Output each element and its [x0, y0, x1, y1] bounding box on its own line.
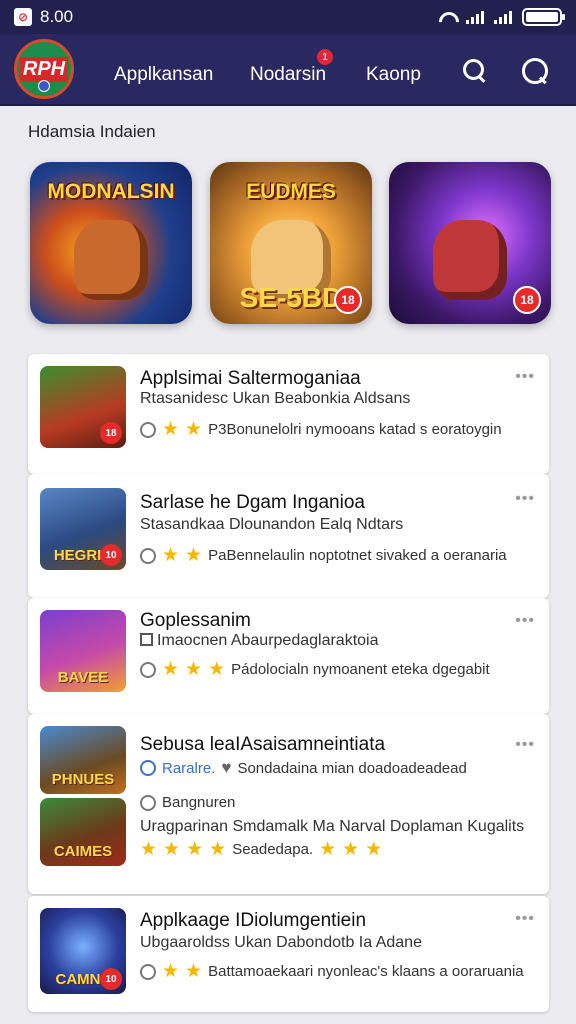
app-tag[interactable]: Raralre. — [162, 760, 215, 777]
hero-character-image — [433, 220, 507, 300]
more-options-button[interactable]: ••• — [515, 736, 535, 754]
info-icon — [140, 547, 156, 564]
star-icon: ★ — [162, 545, 180, 566]
star-icon: ★ — [185, 545, 203, 566]
hero-character-image — [74, 220, 148, 300]
age-rating-badge: 18 — [100, 422, 122, 444]
thumbnail-title: CAIMES — [53, 843, 113, 860]
secondary-meta: Bangnuren — [140, 794, 235, 811]
star-icon: ★ — [342, 839, 360, 860]
star-icon: ★ — [186, 839, 204, 860]
star-icon: ★ — [162, 961, 180, 982]
star-icon: ★ — [185, 961, 203, 982]
app-thumbnail-2: CAIMES — [40, 798, 126, 866]
app-thumbnail: CAMNE 10 — [40, 908, 126, 994]
thumbnail-title: PHNUES — [51, 771, 115, 788]
more-options-button[interactable]: ••• — [515, 910, 535, 928]
nav-applications[interactable]: Applkansan — [114, 64, 213, 86]
star-icon: ★ — [365, 839, 383, 860]
app-header: RPH Applkansan Nodarsin 1 Kaonp — [0, 34, 576, 106]
star-icon: ★ — [185, 659, 203, 680]
app-subtitle: Rtasanidesc Ukan Beabonkia Aldsans — [140, 390, 411, 407]
app-subtitle-text: Imaocnen Abaurpedaglaraktoia — [157, 632, 379, 649]
app-thumbnail: BAVEE — [40, 610, 126, 692]
more-options-button[interactable]: ••• — [515, 368, 535, 386]
app-subtitle: Imaocnen Abaurpedaglaraktoia — [140, 632, 379, 650]
status-bar: ⊘ 8.00 — [0, 0, 576, 34]
app-title: Sarlase he Dgam Inganioa — [140, 492, 365, 513]
app-subtitle: Ubgaaroldss Ukan Dabondotb Ia Adane — [140, 934, 422, 951]
star-icon: ★ — [162, 659, 180, 680]
meta-text: Battamoaekaari nyonleac's klaans a oorar… — [208, 963, 524, 980]
app-meta: ★ ★ ★ ★ Seadedapa. ★ ★ ★ — [140, 840, 382, 859]
star-icon: ★ — [140, 839, 158, 860]
meta-text: Pádolocialn nymoanent eteka dgegabit — [231, 661, 490, 678]
app-subtitle: Stasandkaa Dlounandon Ealq Ndtars — [140, 516, 404, 533]
app-thumbnail: 18 — [40, 366, 126, 448]
meta-text: P3Bonunelolri nymooans katad s eoratoygi… — [208, 421, 502, 438]
info-icon — [140, 760, 156, 776]
signal-icon-2 — [494, 10, 512, 24]
meta-text: PaBennelaulin noptotnet sivaked a oerana… — [208, 547, 507, 564]
app-description: Uragparinan Smdamalk Ma Narval Doplaman … — [140, 818, 525, 835]
app-meta: ★ ★ Battamoaekaari nyonleac's klaans a oo… — [140, 962, 524, 981]
notification-badge: 1 — [317, 49, 333, 65]
info-icon — [140, 421, 156, 438]
star-icon: ★ — [208, 659, 226, 680]
heart-icon[interactable]: ♥ — [221, 758, 231, 778]
featured-game-1[interactable]: MODNALSIN — [30, 162, 192, 324]
featured-title: MODNALSIN — [47, 180, 175, 203]
search-icon[interactable] — [460, 56, 490, 86]
star-icon: ★ — [162, 419, 180, 440]
app-meta: ★ ★ PaBennelaulin noptotnet sivaked a oer… — [140, 546, 507, 565]
logo-text: RPH — [19, 56, 69, 82]
app-meta: ★ ★ P3Bonunelolri nymooans katad s eorato… — [140, 420, 502, 439]
logo-badge-icon — [38, 80, 50, 92]
app-subtitle-text: Sondadaina mian doadoadeadead — [237, 759, 467, 777]
info-icon — [140, 661, 156, 678]
thumbnail-title: BAVEE — [57, 669, 109, 686]
app-title: Sebusa leaIAsaisamneintiata — [140, 734, 386, 755]
star-icon: ★ — [209, 839, 227, 860]
nav-notifications[interactable]: Nodarsin — [250, 64, 326, 86]
profile-search-icon[interactable] — [520, 56, 550, 86]
featured-game-2[interactable]: EUDMES SE-5BD 18 — [210, 162, 372, 324]
app-logo[interactable]: RPH — [14, 39, 74, 99]
app-title: Applkaage IDiolumgentiein — [140, 910, 367, 931]
app-notification-icon: ⊘ — [14, 8, 32, 26]
list-item[interactable]: CAMNE 10 Applkaage IDiolumgentiein Ubgaa… — [28, 896, 549, 1012]
battery-icon — [522, 8, 565, 26]
age-rating-badge: 18 — [334, 286, 362, 314]
list-item[interactable]: BAVEE Goplessanim Imaocnen Abaurpedaglar… — [28, 598, 549, 714]
section-title: Hdamsia Indaien — [28, 122, 156, 141]
app-meta: ★ ★ ★ Pádolocialn nymoanent eteka dgegabit — [140, 660, 490, 679]
app-subtitle: Raralre. ♥ Sondadaina mian doadoadeadead — [140, 758, 467, 778]
app-title: Applsimai Saltermoganiaa — [140, 368, 361, 389]
app-title: Goplessanim — [140, 610, 251, 631]
document-icon — [140, 633, 153, 646]
age-rating-badge: 18 — [513, 286, 541, 314]
status-time: 8.00 — [40, 7, 74, 26]
more-options-button[interactable]: ••• — [515, 490, 535, 508]
secondary-text: Bangnuren — [162, 794, 236, 811]
wifi-icon — [438, 10, 456, 24]
featured-game-3[interactable]: 18 — [389, 162, 551, 324]
list-item[interactable]: HEGRID 10 Sarlase he Dgam Inganioa Stasa… — [28, 474, 549, 598]
info-icon — [140, 963, 156, 980]
star-icon: ★ — [319, 839, 337, 860]
signal-icon — [466, 10, 484, 24]
star-icon: ★ — [185, 419, 203, 440]
app-thumbnail: PHNUES — [40, 726, 126, 794]
app-thumbnail: HEGRID 10 — [40, 488, 126, 570]
star-icon: ★ — [163, 839, 181, 860]
meta-text: Seadedapa. — [232, 841, 314, 858]
nav-account[interactable]: Kaonp — [366, 64, 421, 86]
more-options-button[interactable]: ••• — [515, 612, 535, 630]
age-rating-badge: 10 — [100, 968, 122, 990]
info-icon — [140, 794, 156, 811]
list-item[interactable]: 18 Applsimai Saltermoganiaa Rtasanidesc … — [28, 354, 549, 474]
list-item[interactable]: PHNUES CAIMES Sebusa leaIAsaisamneintiat… — [28, 714, 549, 894]
age-rating-badge: 10 — [100, 544, 122, 566]
featured-title: EUDMES — [246, 180, 336, 203]
